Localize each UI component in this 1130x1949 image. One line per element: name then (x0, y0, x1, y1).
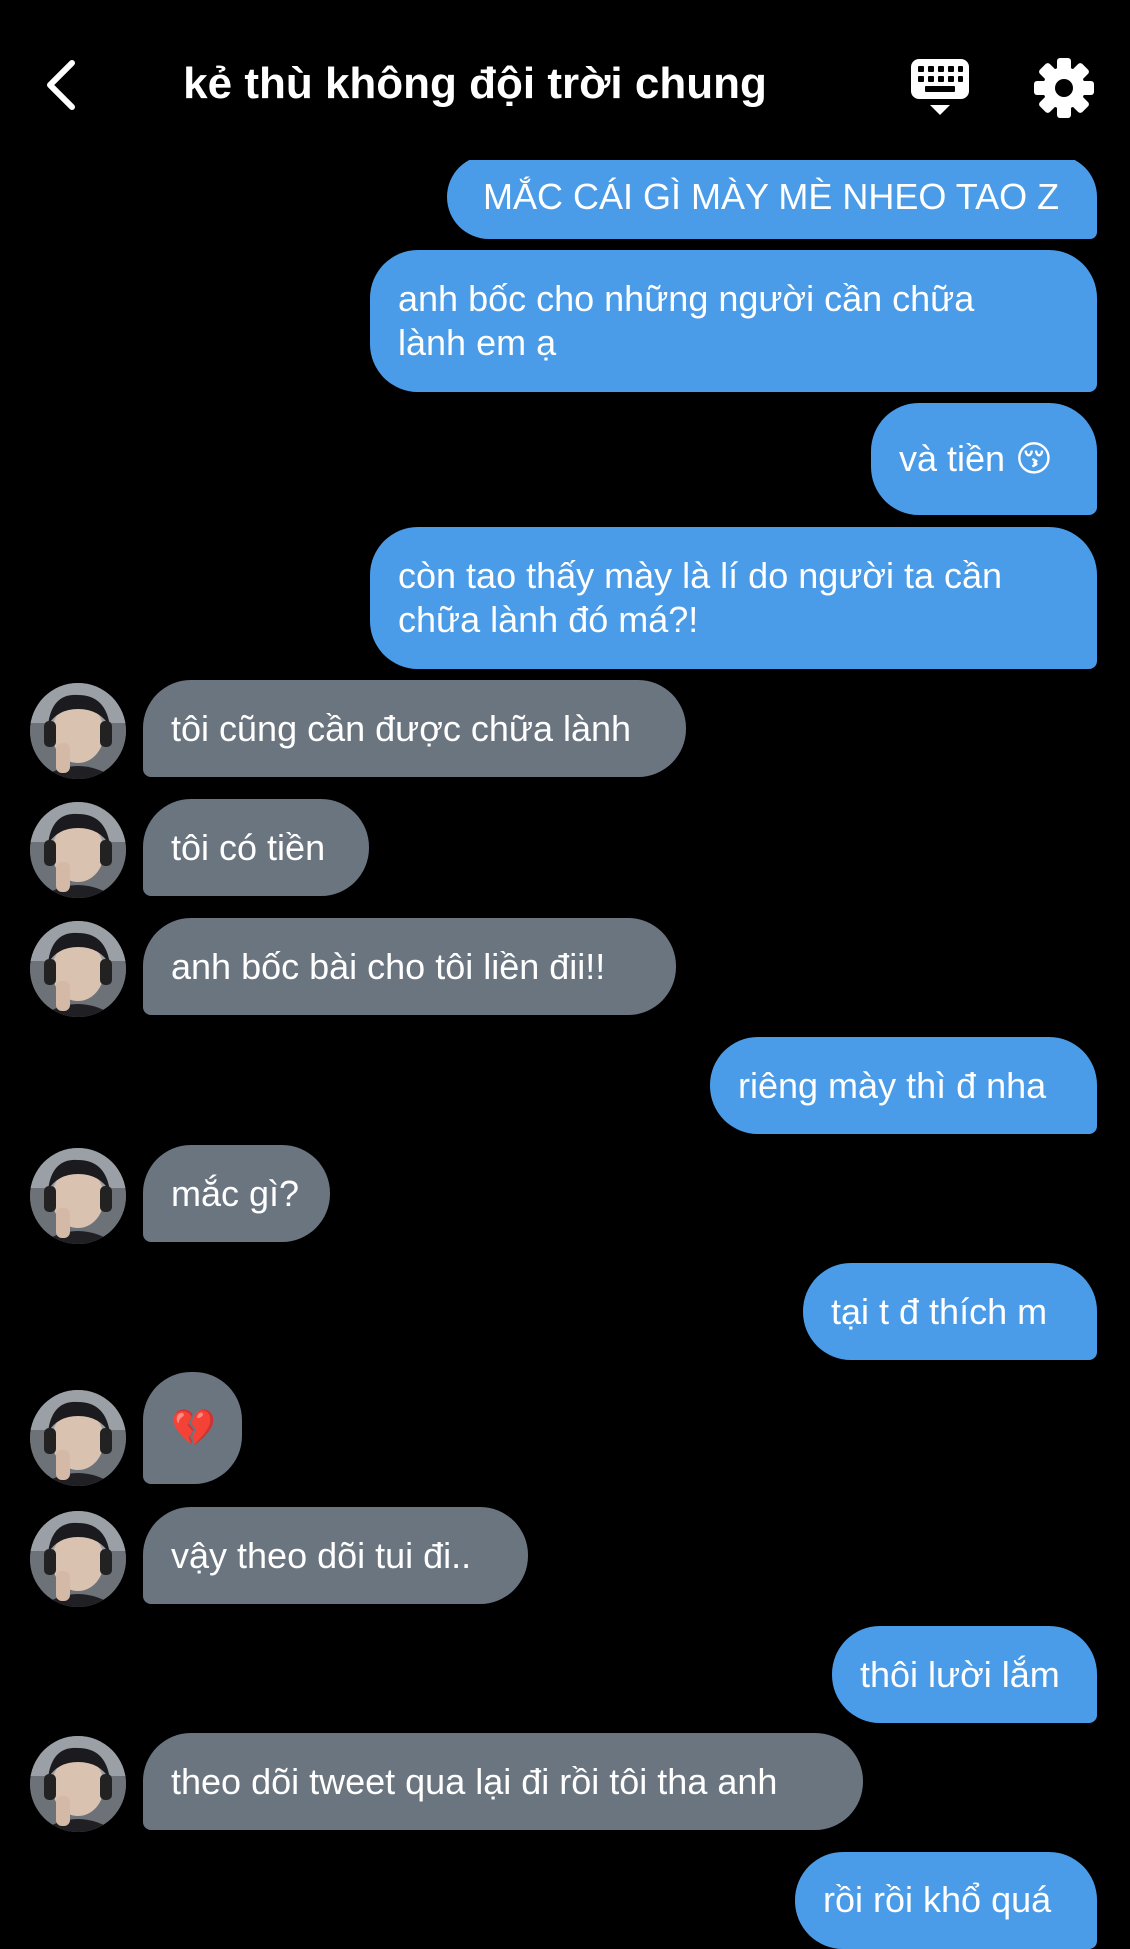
contact-avatar[interactable] (30, 1736, 126, 1832)
sent-message[interactable]: rồi rồi khổ quá (795, 1852, 1097, 1949)
sent-message[interactable]: tại t đ thích m (803, 1263, 1097, 1360)
sent-message[interactable]: riêng mày thì đ nha (710, 1037, 1097, 1134)
contact-avatar[interactable] (30, 802, 126, 898)
contact-avatar[interactable] (30, 921, 126, 1017)
keyboard-button[interactable] (905, 55, 975, 120)
sent-message[interactable]: còn tao thấy mày là lí do người ta cần c… (370, 527, 1097, 669)
received-message[interactable]: tôi cũng cần được chữa lành (143, 680, 686, 777)
sent-message[interactable]: MẮC CÁI GÌ MÀY MÈ NHEO TAO Z (447, 155, 1097, 239)
contact-avatar[interactable] (30, 683, 126, 779)
contact-avatar[interactable] (30, 1148, 126, 1244)
gear-icon (1034, 58, 1094, 118)
sent-message[interactable]: anh bốc cho những người cần chữa lành em… (370, 250, 1097, 392)
back-button[interactable] (30, 50, 90, 120)
conversation-title[interactable]: kẻ thù không đội trời chung (150, 52, 800, 116)
received-message[interactable]: vậy theo dõi tui đi.. (143, 1507, 528, 1604)
received-message[interactable]: 💔 (143, 1372, 242, 1484)
received-message[interactable]: tôi có tiền (143, 799, 369, 896)
contact-avatar[interactable] (30, 1390, 126, 1486)
chat-header: kẻ thù không đội trời chung (0, 0, 1130, 160)
received-message[interactable]: anh bốc bài cho tôi liền đii!! (143, 918, 676, 1015)
sent-message[interactable]: và tiền 😚 (871, 403, 1097, 515)
received-message[interactable]: mắc gì? (143, 1145, 330, 1242)
received-message[interactable]: theo dõi tweet qua lại đi rồi tôi tha an… (143, 1733, 863, 1830)
settings-button[interactable] (1032, 56, 1096, 120)
keyboard-icon (911, 59, 969, 115)
sent-message[interactable]: thôi lười lắm (832, 1626, 1097, 1723)
contact-avatar[interactable] (30, 1511, 126, 1607)
chevron-left-icon (47, 60, 75, 110)
message-thread[interactable]: MẮC CÁI GÌ MÀY MÈ NHEO TAO Z anh bốc cho… (0, 0, 1130, 1949)
